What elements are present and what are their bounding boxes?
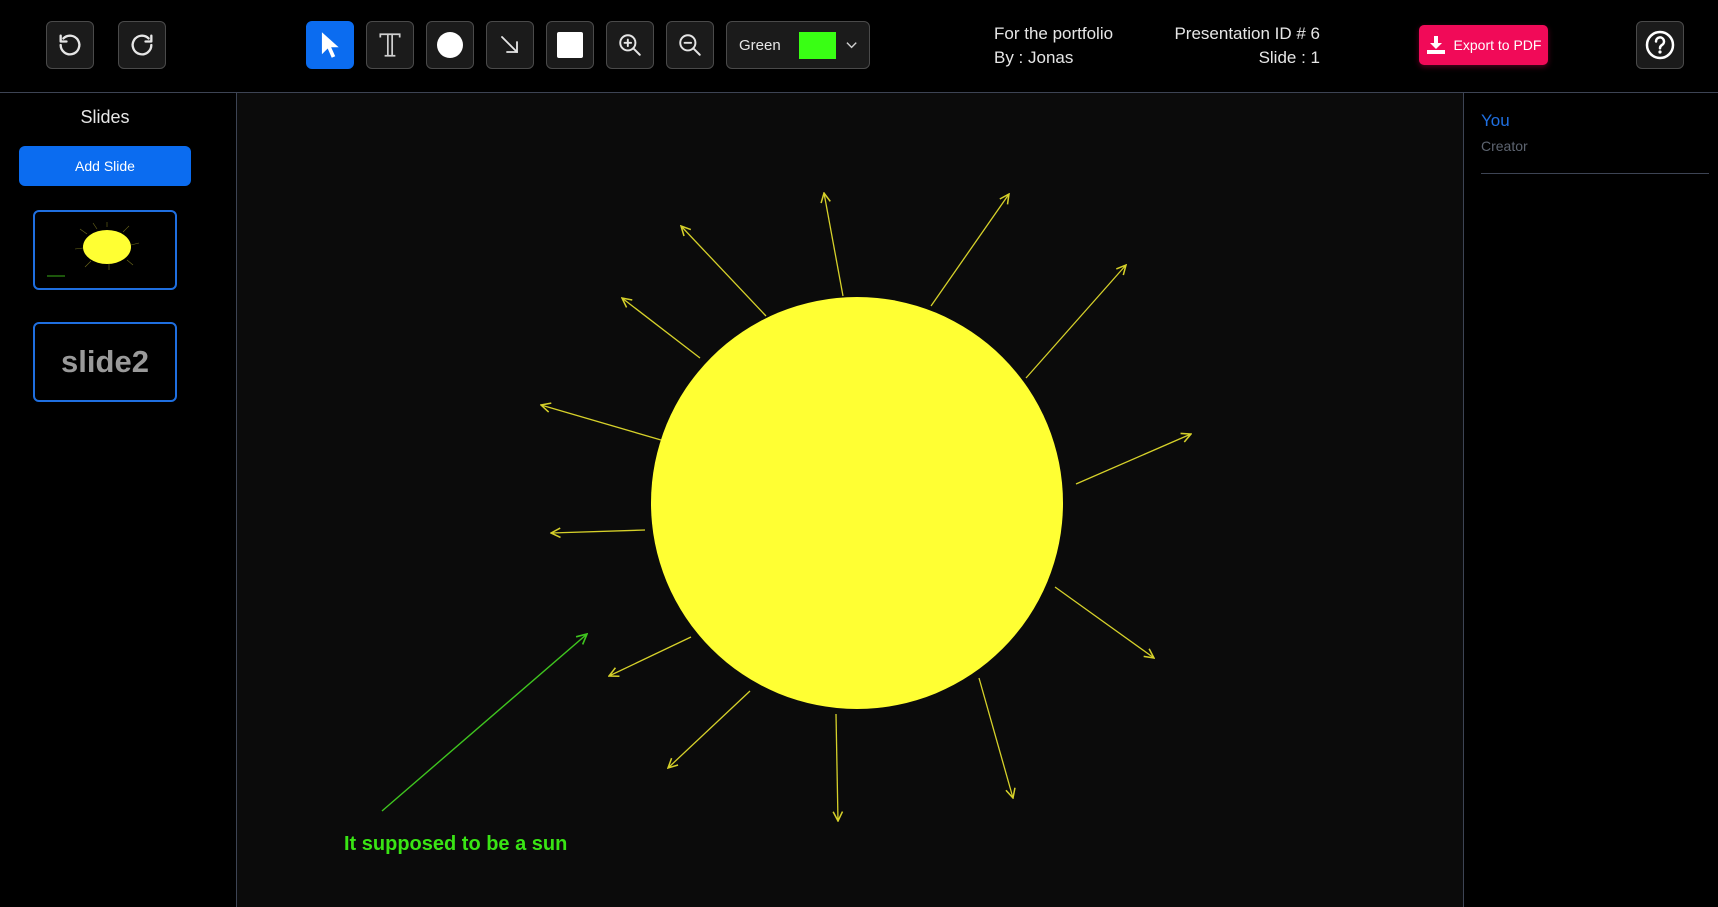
sun-ray-arrow[interactable] xyxy=(551,530,646,533)
zoom-out-icon xyxy=(679,34,701,56)
zoom-in-icon xyxy=(619,34,641,56)
chevron-down-icon xyxy=(846,42,857,49)
drawing-surface[interactable]: It supposed to be a sun xyxy=(237,93,1463,907)
sun-ray-arrow[interactable] xyxy=(1075,434,1191,485)
slide-thumbnail-2[interactable]: slide2 xyxy=(33,322,177,402)
presentation-info: For the portfolio By : Jonas xyxy=(994,22,1113,70)
rectangle-tool-button[interactable] xyxy=(546,21,594,69)
help-button[interactable] xyxy=(1636,21,1684,69)
top-toolbar: Green For the portfolio By : Jonas Prese… xyxy=(0,0,1718,93)
text-icon xyxy=(379,33,401,57)
zoom-out-button[interactable] xyxy=(666,21,714,69)
sun-caption[interactable]: It supposed to be a sun xyxy=(344,833,567,855)
slide-thumbnail-label: slide2 xyxy=(61,344,149,379)
sun-ray-arrow[interactable] xyxy=(836,713,838,821)
export-pdf-button[interactable]: Export to PDF xyxy=(1419,25,1548,65)
pointer-icon xyxy=(321,32,339,58)
color-swatch xyxy=(798,31,836,59)
text-tool-button[interactable] xyxy=(366,21,414,69)
collaborators-panel: You Creator xyxy=(1463,93,1718,907)
presentation-title: For the portfolio xyxy=(994,24,1114,43)
sidebar-title: Slides xyxy=(80,107,130,127)
pointer-arrow[interactable] xyxy=(381,634,587,812)
slide-thumbnail-1[interactable] xyxy=(33,210,177,290)
color-name: Green xyxy=(739,36,781,54)
sun-ray-arrow[interactable] xyxy=(668,690,751,768)
divider xyxy=(1481,173,1709,174)
zoom-in-button[interactable] xyxy=(606,21,654,69)
arrow-tool-button[interactable] xyxy=(486,21,534,69)
presentation-id: Presentation ID # 6 xyxy=(1174,24,1320,43)
sun-ray-arrow[interactable] xyxy=(930,194,1009,307)
slide-preview xyxy=(47,222,140,277)
collaborator-name: You xyxy=(1481,111,1510,130)
sun-ray-arrow[interactable] xyxy=(1025,265,1126,379)
color-select[interactable]: Green xyxy=(726,21,870,69)
sun-ray-arrow[interactable] xyxy=(609,636,692,676)
slide-number: Slide : 1 xyxy=(1258,48,1320,67)
circle-tool-button[interactable] xyxy=(426,21,474,69)
sun-ray-arrow[interactable] xyxy=(622,298,701,359)
redo-button[interactable] xyxy=(118,21,166,69)
export-label: Export to PDF xyxy=(1453,37,1542,53)
collaborator-role: Creator xyxy=(1481,138,1528,154)
presentation-meta: Presentation ID # 6 Slide : 1 xyxy=(1160,22,1320,70)
slide-canvas[interactable]: It supposed to be a sun xyxy=(237,93,1463,907)
undo-icon xyxy=(59,34,81,56)
sun-ray-arrow[interactable] xyxy=(978,677,1013,798)
sun-ray-arrow[interactable] xyxy=(541,405,662,441)
redo-icon xyxy=(131,34,153,56)
circle-icon xyxy=(437,32,463,58)
square-icon xyxy=(557,32,583,58)
add-slide-button[interactable]: Add Slide xyxy=(19,146,191,186)
help-icon xyxy=(1645,30,1675,60)
presentation-author: By : Jonas xyxy=(994,48,1074,67)
sun-ray-arrow[interactable] xyxy=(1054,586,1154,658)
slides-sidebar: Slides Add Slide slide2 xyxy=(0,93,237,907)
sun-ray-arrow[interactable] xyxy=(824,193,844,297)
download-icon xyxy=(1426,36,1445,54)
select-tool-button[interactable] xyxy=(306,21,354,69)
undo-button[interactable] xyxy=(46,21,94,69)
arrow-icon xyxy=(501,36,518,53)
sun-ray-arrow[interactable] xyxy=(681,226,767,317)
sun-circle[interactable] xyxy=(651,297,1063,709)
